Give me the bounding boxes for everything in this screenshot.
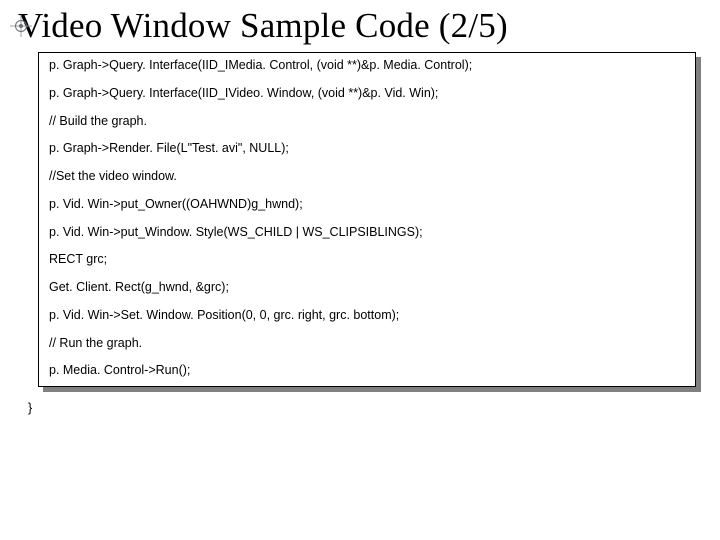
- closing-brace: }: [28, 401, 706, 415]
- code-line: //Set the video window.: [49, 170, 685, 184]
- code-block: p. Graph->Query. Interface(IID_IMedia. C…: [38, 52, 696, 387]
- code-line: p. Graph->Query. Interface(IID_IVideo. W…: [49, 87, 685, 101]
- title-row: Video Window Sample Code (2/5): [14, 6, 706, 46]
- code-line: Get. Client. Rect(g_hwnd, &grc);: [49, 281, 685, 295]
- slide-title: Video Window Sample Code (2/5): [18, 6, 508, 46]
- code-line: // Build the graph.: [49, 115, 685, 129]
- code-line: p. Media. Control->Run();: [49, 364, 685, 378]
- code-line: p. Vid. Win->put_Owner((OAHWND)g_hwnd);: [49, 198, 685, 212]
- code-block-container: p. Graph->Query. Interface(IID_IMedia. C…: [38, 52, 696, 387]
- code-line: p. Vid. Win->Set. Window. Position(0, 0,…: [49, 309, 685, 323]
- code-line: // Run the graph.: [49, 337, 685, 351]
- code-line: RECT grc;: [49, 253, 685, 267]
- code-line: p. Graph->Render. File(L"Test. avi", NUL…: [49, 142, 685, 156]
- code-line: p. Vid. Win->put_Window. Style(WS_CHILD …: [49, 226, 685, 240]
- slide: Video Window Sample Code (2/5) p. Graph-…: [0, 0, 720, 540]
- code-line: p. Graph->Query. Interface(IID_IMedia. C…: [49, 59, 685, 73]
